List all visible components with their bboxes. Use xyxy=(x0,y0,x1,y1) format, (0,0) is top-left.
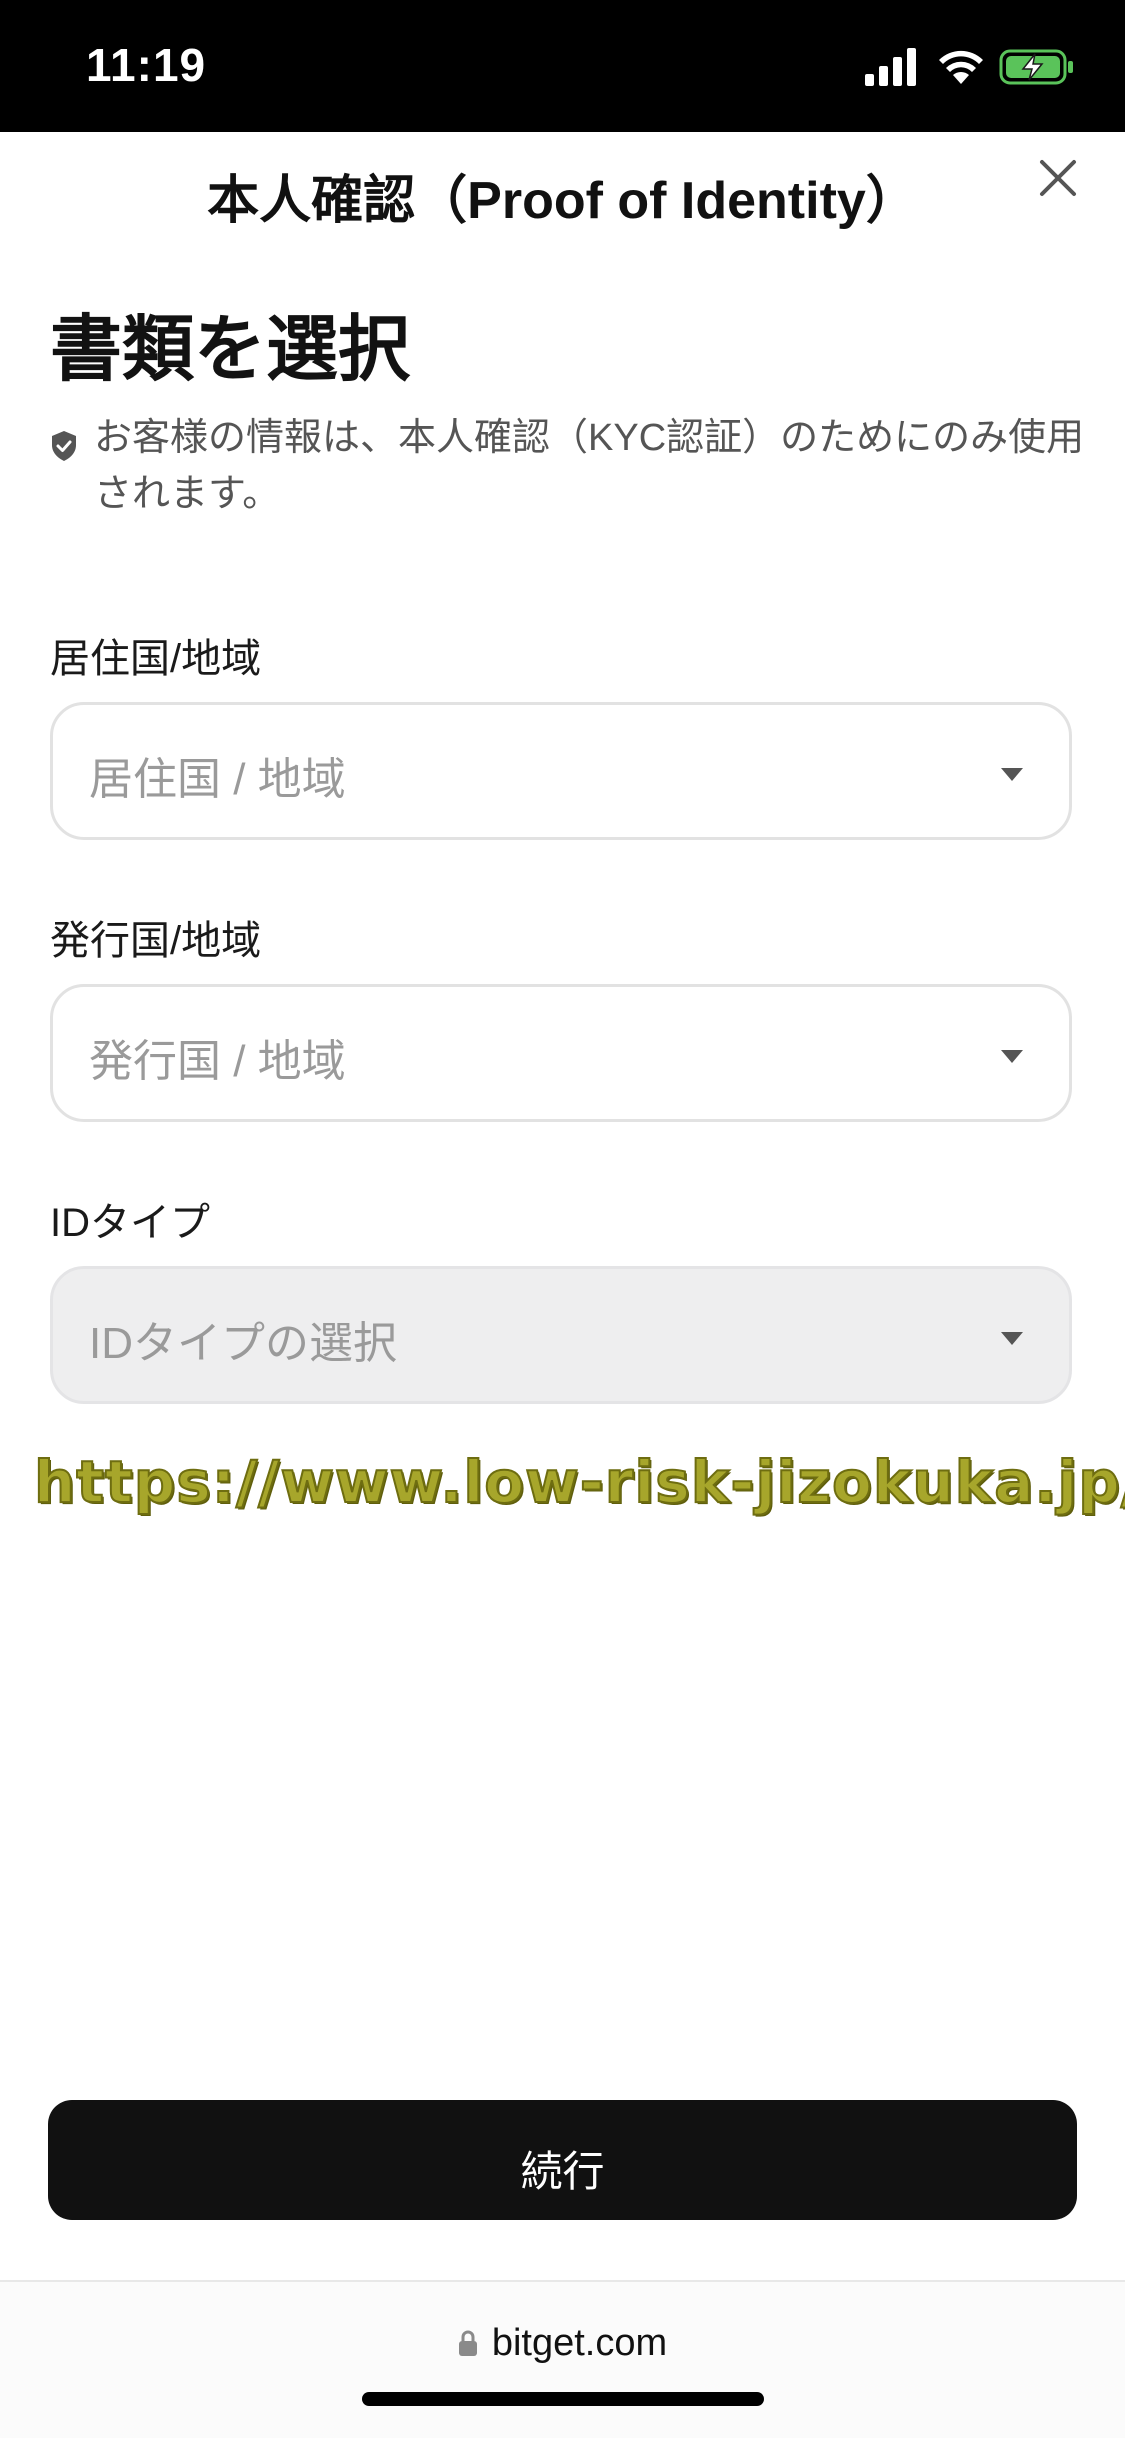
residence-country-placeholder: 居住国 / 地域 xyxy=(89,755,346,804)
shield-icon xyxy=(52,431,76,461)
privacy-text: お客様の情報は、本人確認（KYC認証）のためにのみ使用されます。 xyxy=(94,417,1085,515)
cellular-signal-icon xyxy=(865,48,916,86)
wifi-icon xyxy=(939,50,983,84)
chevron-down-icon xyxy=(1001,768,1023,781)
modal-header: 本人確認（Proof of Identity） xyxy=(0,132,1125,252)
close-button[interactable] xyxy=(1030,150,1086,206)
residence-country-label: 居住国/地域 xyxy=(50,637,262,681)
issuing-country-label: 発行国/地域 xyxy=(50,919,262,963)
id-type-placeholder: IDタイプの選択 xyxy=(89,1319,397,1368)
url-display[interactable]: bitget.com xyxy=(0,2322,1125,2365)
residence-country-select[interactable]: 居住国 / 地域 xyxy=(50,702,1072,840)
continue-button-label: 続行 xyxy=(520,2148,605,2195)
page-heading: 書類を選択 xyxy=(50,310,411,390)
close-icon xyxy=(1040,160,1076,196)
watermark-url: https://www.low-risk-jizokuka.jp/ xyxy=(33,1447,1125,1517)
modal-title: 本人確認（Proof of Identity） xyxy=(207,172,918,230)
battery-charging-icon xyxy=(999,49,1073,85)
status-bar: 11:19 xyxy=(0,0,1125,132)
id-type-label: IDタイプ xyxy=(50,1201,210,1245)
issuing-country-placeholder: 発行国 / 地域 xyxy=(89,1037,346,1086)
issuing-country-select[interactable]: 発行国 / 地域 xyxy=(50,984,1072,1122)
chevron-down-icon xyxy=(1001,1332,1023,1345)
id-type-select[interactable]: IDタイプの選択 xyxy=(50,1266,1072,1404)
status-time: 11:19 xyxy=(86,39,207,91)
status-icons xyxy=(865,48,1085,90)
browser-address-bar: bitget.com xyxy=(0,2280,1125,2438)
home-indicator xyxy=(362,2392,764,2406)
url-text: bitget.com xyxy=(491,2322,668,2364)
lock-icon xyxy=(458,2330,477,2356)
continue-button[interactable]: 続行 xyxy=(48,2100,1077,2220)
chevron-down-icon xyxy=(1001,1050,1023,1063)
